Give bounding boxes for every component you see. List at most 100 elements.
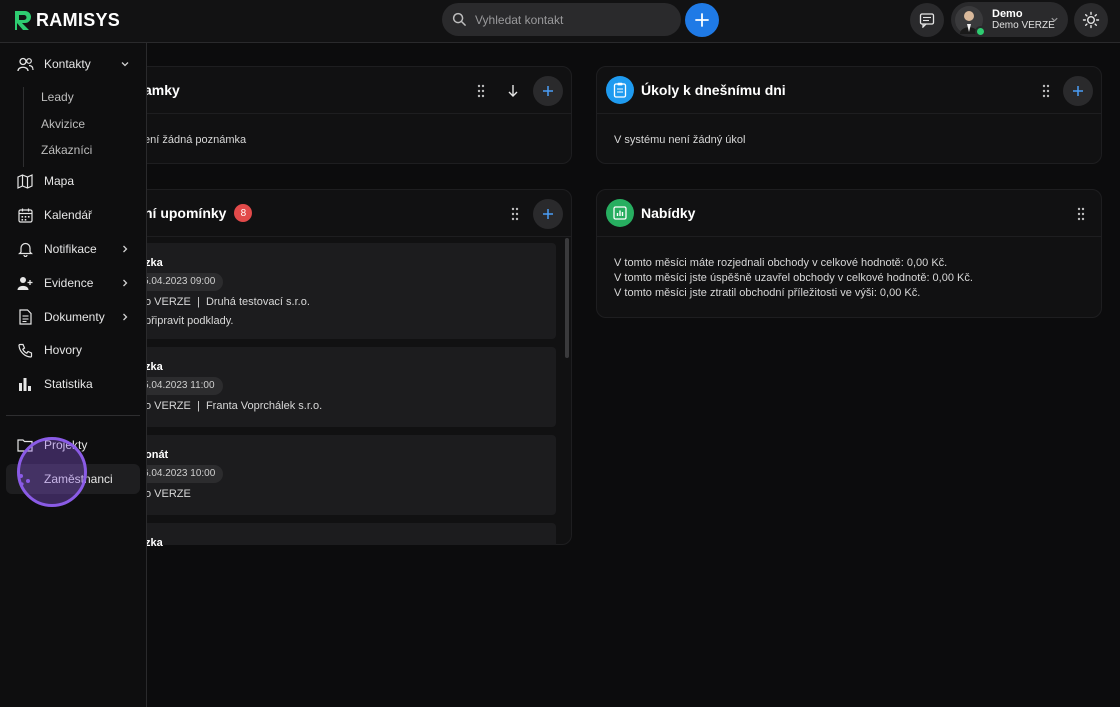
- reminder-date: 5.04.2023 11:00: [135, 377, 223, 395]
- search-input[interactable]: [475, 12, 665, 27]
- sidebar-item-label: Kontakty: [44, 57, 91, 71]
- reminder-title: zka: [145, 257, 163, 269]
- sidebar-item-kontakty[interactable]: Kontakty: [6, 49, 140, 79]
- sidebar-item-label: Kalendář: [44, 208, 93, 222]
- sidebar-item-statistika[interactable]: Statistika: [6, 369, 140, 399]
- sidebar: Kontakty Leady Akvizice Zákazníci Mapa K…: [0, 43, 147, 707]
- bell-icon: [16, 240, 34, 258]
- sidebar-item-zamestnanci[interactable]: Zaměstnanci: [6, 464, 140, 494]
- sidebar-item-label: Hovory: [44, 343, 83, 357]
- reminder-item[interactable]: zka 5.04.2023 09:00 o VERZE | Druhá test…: [135, 243, 556, 339]
- sidebar-item-label: Dokumenty: [44, 310, 105, 324]
- reminders-card-header: ní upomínky 8: [81, 190, 571, 237]
- sidebar-item-label: Mapa: [44, 174, 75, 188]
- add-contact-button[interactable]: [685, 3, 719, 37]
- tasks-card-header: Úkoly k dnešnímu dni: [597, 67, 1101, 114]
- chat-icon: [919, 13, 935, 28]
- logo-icon: [15, 11, 31, 30]
- tasks-empty-text: V systému není žádný úkol: [614, 134, 746, 146]
- reminder-date: 5.04.2023 09:00: [135, 273, 224, 291]
- drag-handle[interactable]: [471, 81, 491, 101]
- phone-icon: [16, 341, 34, 359]
- chevron-right-icon: [123, 245, 128, 253]
- tasks-card: Úkoly k dnešnímu dni V systému není žádn…: [596, 66, 1102, 164]
- arrow-down-icon: [508, 85, 518, 97]
- sidebar-subitem-zakaznici[interactable]: Zákazníci: [41, 143, 92, 157]
- drag-dots-icon: [511, 207, 519, 221]
- notes-empty-text: ení žádná poznámka: [144, 134, 247, 146]
- sun-icon: [1082, 11, 1100, 29]
- reminder-item[interactable]: onát 6.04.2023 10:00 o VERZE: [135, 435, 556, 515]
- messages-button[interactable]: [910, 3, 944, 37]
- document-icon: [16, 308, 34, 326]
- sidebar-item-evidence[interactable]: Evidence: [6, 268, 140, 298]
- reminder-owner: o VERZE: [145, 488, 191, 500]
- notes-card-title: amky: [144, 82, 180, 98]
- chevron-right-icon: [123, 279, 128, 287]
- chevron-right-icon: [123, 313, 128, 321]
- sidebar-item-notifikace[interactable]: Notifikace: [6, 234, 140, 264]
- add-note-button[interactable]: [533, 76, 563, 106]
- user-menu[interactable]: Demo Demo VERZE: [951, 2, 1068, 37]
- top-bar: RAMISYS Demo Demo VERZE: [0, 0, 1120, 43]
- reminders-count-badge: 8: [234, 204, 253, 222]
- offers-card: Nabídky V tomto měsíci máte rozjednali o…: [596, 189, 1102, 318]
- reminders-card-title: ní upomínky: [144, 205, 227, 221]
- drag-handle[interactable]: [1036, 81, 1056, 101]
- sidebar-item-label: Statistika: [44, 377, 93, 391]
- user-company: Demo VERZE: [992, 19, 1055, 31]
- offers-card-header: Nabídky: [597, 190, 1101, 237]
- drag-dots-icon: [1077, 207, 1085, 221]
- sidebar-item-kalendar[interactable]: Kalendář: [6, 200, 140, 230]
- folder-icon: [16, 436, 34, 454]
- search-icon: [452, 12, 466, 26]
- add-task-button[interactable]: [1063, 76, 1093, 106]
- app-logo[interactable]: RAMISYS: [12, 8, 120, 32]
- search-bar[interactable]: [442, 3, 681, 36]
- avatar: [955, 5, 986, 37]
- offers-line: V tomto měsíci máte rozjednali obchody v…: [614, 257, 948, 269]
- drag-handle[interactable]: [1071, 204, 1091, 224]
- reminder-title: zka: [145, 537, 163, 549]
- theme-toggle-button[interactable]: [1074, 3, 1108, 37]
- sidebar-item-dokumenty[interactable]: Dokumenty: [6, 302, 140, 332]
- chevron-down-icon: [1051, 17, 1058, 22]
- user-name: Demo: [992, 7, 1023, 20]
- sidebar-item-projekty[interactable]: Projekty: [6, 430, 140, 460]
- logo-text: RAMISYS: [36, 9, 121, 30]
- drag-dots-icon: [477, 84, 485, 98]
- plus-icon: [543, 209, 553, 219]
- task-list-icon: [606, 76, 634, 104]
- reminder-item[interactable]: zka 5.04.2023 11:00 o VERZE | Franta Vop…: [135, 347, 556, 427]
- contacts-icon: [16, 55, 34, 73]
- sidebar-item-label: Projekty: [44, 438, 88, 452]
- drag-dots-icon: [1042, 84, 1050, 98]
- drag-handle[interactable]: [505, 204, 525, 224]
- add-reminder-button[interactable]: [533, 199, 563, 229]
- online-status-dot: [975, 25, 986, 37]
- sort-button[interactable]: [503, 81, 523, 101]
- bar-chart-icon: [16, 375, 34, 393]
- chevron-down-icon: [121, 62, 129, 67]
- notes-card-header: amky: [81, 67, 571, 114]
- offers-line: V tomto měsíci jste ztratil obchodní pří…: [614, 287, 921, 299]
- reminder-date: 6.04.2023 10:00: [135, 465, 224, 483]
- sidebar-subitem-akvizice[interactable]: Akvizice: [41, 117, 85, 131]
- reminder-item[interactable]: zka: [135, 523, 556, 549]
- tasks-card-title: Úkoly k dnešnímu dni: [641, 82, 786, 98]
- sidebar-item-mapa[interactable]: Mapa: [6, 166, 140, 196]
- offers-card-title: Nabídky: [641, 205, 696, 221]
- reminder-title: zka: [145, 361, 163, 373]
- reminder-owner: o VERZE | Druhá testovací s.r.o.: [145, 296, 310, 308]
- reminder-note: připravit podklady.: [145, 315, 234, 327]
- sidebar-subitem-leady[interactable]: Leady: [41, 90, 74, 104]
- submenu-line: [23, 87, 24, 167]
- reminders-scrollbar[interactable]: [565, 238, 569, 358]
- sidebar-item-label: Evidence: [44, 276, 94, 290]
- reminder-title: onát: [145, 449, 169, 461]
- employees-icon: [16, 470, 34, 488]
- user-add-icon: [16, 274, 34, 292]
- sidebar-item-hovory[interactable]: Hovory: [6, 335, 140, 365]
- map-icon: [16, 172, 34, 190]
- offers-chart-icon: [606, 199, 634, 227]
